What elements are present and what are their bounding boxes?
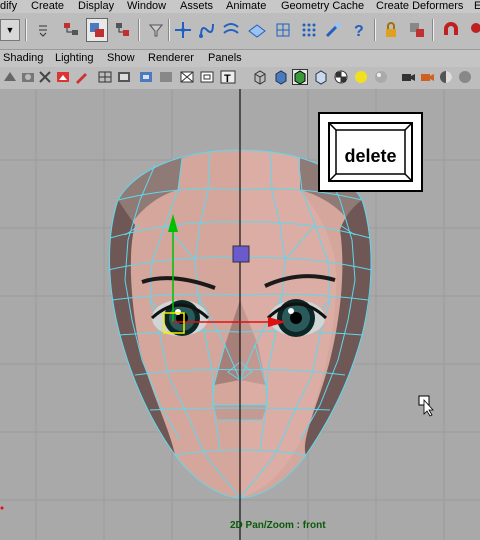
- panel-menu-shading[interactable]: Shading: [3, 52, 43, 64]
- toolbar-separator: [138, 19, 140, 41]
- svg-text:T: T: [224, 73, 231, 85]
- menu-create[interactable]: Create: [31, 0, 64, 13]
- delete-key-face: delete: [328, 122, 413, 182]
- menu-modify[interactable]: dify: [0, 0, 17, 13]
- toolbar-separator: [374, 19, 376, 41]
- text-icon[interactable]: T: [220, 69, 236, 85]
- snap-curve-icon[interactable]: [196, 18, 218, 42]
- xray-icon[interactable]: [457, 69, 473, 85]
- camera-label: 2D Pan/Zoom : front: [230, 520, 326, 531]
- sphere-shaded-icon[interactable]: [373, 69, 389, 85]
- chevron-down-icon[interactable]: [32, 18, 54, 42]
- camera-icon[interactable]: [400, 69, 416, 85]
- left-eye: [150, 300, 210, 336]
- menu-set-dropdown[interactable]: ▼: [0, 19, 20, 41]
- status-line-toolbar: ▼ ?: [0, 13, 480, 50]
- filter-funnel-icon[interactable]: [145, 18, 167, 42]
- textured-icon[interactable]: [313, 69, 329, 85]
- snap-live-icon[interactable]: [272, 18, 294, 42]
- movie-icon[interactable]: [419, 69, 435, 85]
- select-object-icon[interactable]: [86, 18, 108, 42]
- panel-menu-panels[interactable]: Panels: [208, 52, 242, 64]
- menu-geometry-cache[interactable]: Geometry Cache: [281, 0, 364, 13]
- toolbar-separator: [168, 19, 170, 41]
- menu-animate[interactable]: Animate: [226, 0, 266, 13]
- make-live-icon[interactable]: [322, 18, 344, 42]
- wireframe-cube-icon[interactable]: [252, 69, 268, 85]
- film-gate-icon[interactable]: [116, 69, 132, 85]
- snap-view-icon[interactable]: [298, 18, 320, 42]
- panel-menu-renderer[interactable]: Renderer: [148, 52, 194, 64]
- snap-point-icon[interactable]: [220, 18, 242, 42]
- delete-key-label: delete: [344, 146, 397, 166]
- mouse-cursor-icon: [418, 395, 434, 417]
- pencil-icon[interactable]: [73, 69, 89, 85]
- help-icon[interactable]: ?: [348, 18, 370, 42]
- viewport-panel[interactable]: delete 2D Pan/Zoom : front: [0, 89, 480, 540]
- grid-icon[interactable]: [97, 69, 113, 85]
- select-component-icon[interactable]: [112, 18, 134, 42]
- camera-attributes-icon[interactable]: [20, 69, 36, 85]
- panel-menu-show[interactable]: Show: [107, 52, 135, 64]
- panel-menubar: Shading Lighting Show Renderer Panels: [0, 50, 480, 67]
- gate-mask-icon[interactable]: [158, 69, 174, 85]
- toolbar-separator: [25, 19, 27, 41]
- panel-menu-lighting[interactable]: Lighting: [55, 52, 94, 64]
- toolbar-separator: [432, 19, 434, 41]
- select-hierarchy-icon[interactable]: [60, 18, 82, 42]
- menu-display[interactable]: Display: [78, 0, 114, 13]
- image-plane-icon[interactable]: [55, 69, 71, 85]
- delete-key-overlay: delete: [318, 112, 423, 192]
- render-settings-icon[interactable]: [464, 18, 480, 42]
- snap-plane-icon[interactable]: [246, 18, 268, 42]
- main-menubar: dify Create Display Window Assets Animat…: [0, 0, 480, 13]
- default-light-icon[interactable]: [353, 69, 369, 85]
- wireframe-on-shaded-icon[interactable]: [292, 69, 308, 85]
- select-highlight-icon[interactable]: [406, 18, 428, 42]
- field-chart-icon[interactable]: [179, 69, 195, 85]
- menu-window[interactable]: Window: [127, 0, 166, 13]
- resolution-gate-icon[interactable]: [138, 69, 154, 85]
- panel-toolbar: T: [0, 67, 480, 90]
- svg-text:?: ?: [354, 23, 364, 39]
- origin-marker: [0, 506, 4, 510]
- menu-create-deformers[interactable]: Create Deformers: [376, 0, 463, 13]
- checker-icon[interactable]: [333, 69, 349, 85]
- smooth-shade-icon[interactable]: [273, 69, 289, 85]
- bookmark-icon[interactable]: [37, 69, 53, 85]
- camera-select-icon[interactable]: [2, 69, 18, 85]
- selected-component-marker: [232, 245, 250, 263]
- safe-action-icon[interactable]: [199, 69, 215, 85]
- snap-grid-icon[interactable]: [172, 18, 194, 42]
- magnet-icon[interactable]: [440, 18, 462, 42]
- lock-icon[interactable]: [380, 18, 402, 42]
- menu-edit[interactable]: E: [474, 0, 480, 13]
- isolate-select-icon[interactable]: [438, 69, 454, 85]
- menu-assets[interactable]: Assets: [180, 0, 213, 13]
